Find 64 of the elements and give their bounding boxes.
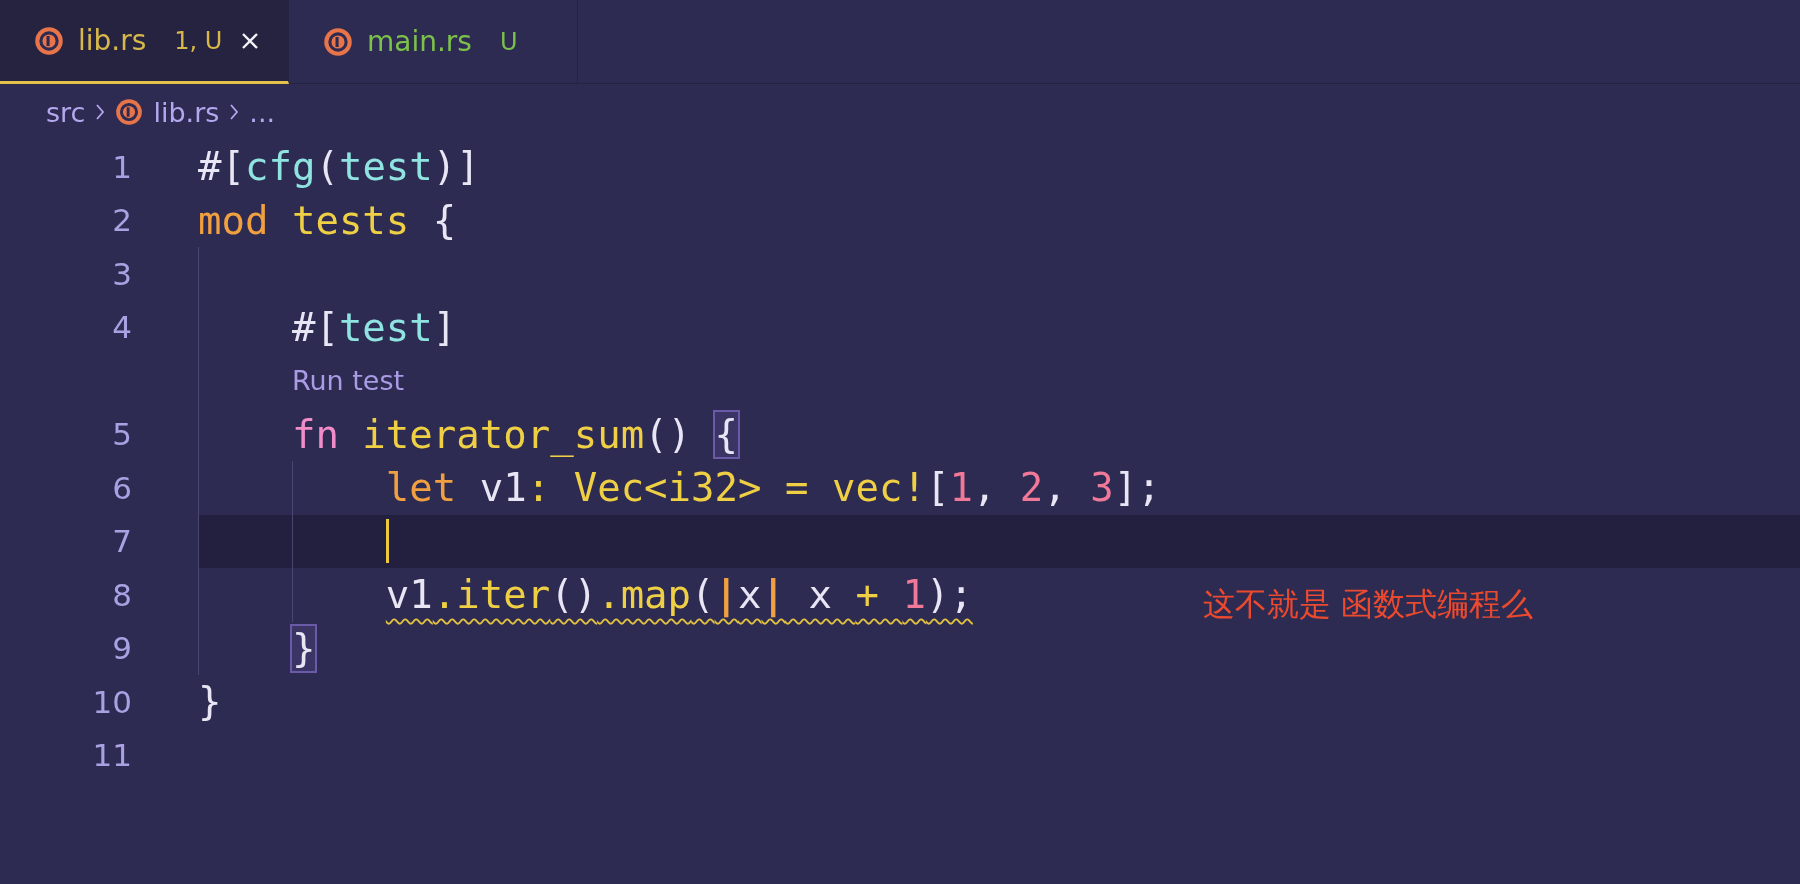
- code-token: x: [738, 572, 762, 618]
- run-test-link[interactable]: Run test: [291, 365, 405, 397]
- code-token: }: [198, 679, 222, 725]
- code-token: test: [338, 144, 433, 190]
- matched-bracket: {: [714, 411, 739, 457]
- line-number: 6: [112, 469, 132, 506]
- code-token: {: [432, 197, 457, 243]
- editor-tab[interactable]: main.rs U: [289, 0, 578, 84]
- code-token: tests: [291, 197, 411, 243]
- chevron-icon: [95, 102, 106, 122]
- line-number: 3: [112, 255, 132, 292]
- code-token: iterator_sum: [362, 411, 645, 457]
- code-token: |: [714, 572, 739, 618]
- line-number: 1: [112, 148, 132, 185]
- line-number: 2: [112, 202, 132, 239]
- breadcrumb-item[interactable]: src: [46, 96, 86, 128]
- code-token: +: [855, 572, 880, 618]
- code-token: #[: [198, 144, 245, 190]
- breadcrumb-item[interactable]: ...: [249, 96, 276, 128]
- code-token: (): [550, 572, 598, 618]
- code-token: v1: [478, 465, 527, 511]
- matched-bracket: }: [291, 625, 316, 671]
- code-token: [: [925, 465, 950, 511]
- code-token: 3: [1090, 465, 1114, 511]
- line-number: 4: [112, 309, 132, 346]
- code-token: v1: [385, 572, 433, 618]
- annotation-text: 这不就是 函数式编程么: [1203, 584, 1534, 625]
- code-token: #[: [291, 304, 339, 350]
- code-token: |: [761, 572, 785, 618]
- code-token: cfg: [244, 144, 316, 190]
- editor-tab[interactable]: lib.rs 1, U: [0, 0, 289, 84]
- code-token: .map: [597, 572, 692, 618]
- chevron-icon: [229, 102, 240, 122]
- file-type-icon: [115, 98, 144, 126]
- code-token: (: [691, 572, 715, 618]
- code-token: fn: [291, 411, 340, 457]
- line-number: 7: [112, 523, 132, 560]
- code-token: .iter: [432, 572, 551, 618]
- code-token: (): [644, 411, 693, 457]
- line-number: 10: [92, 683, 132, 720]
- code-token: let: [385, 465, 457, 511]
- code-token: mod: [198, 197, 270, 243]
- code-token: ,: [972, 465, 998, 511]
- line-number: 11: [92, 737, 132, 774]
- line-number: 8: [112, 576, 132, 613]
- line-number: 5: [112, 416, 132, 453]
- code-token: x: [807, 572, 833, 618]
- file-type-icon: [323, 26, 353, 57]
- code-token: ];: [1113, 465, 1161, 511]
- code-token: )]: [432, 144, 480, 190]
- code-token: : Vec<i32> = vec!: [526, 465, 926, 511]
- text-cursor: [385, 519, 389, 564]
- close-icon[interactable]: [240, 30, 261, 51]
- code-token: 1: [902, 572, 926, 618]
- file-type-icon: [34, 25, 64, 56]
- code-token: );: [925, 572, 973, 618]
- code-token: ,: [1043, 465, 1068, 511]
- code-token: 2: [1019, 465, 1044, 511]
- breadcrumb-item[interactable]: lib.rs: [153, 96, 220, 128]
- code-token: ]: [432, 304, 457, 350]
- code-token: (: [315, 144, 339, 190]
- code-token: 1: [949, 465, 973, 511]
- line-number: 9: [112, 630, 132, 667]
- code-token: test: [338, 304, 433, 350]
